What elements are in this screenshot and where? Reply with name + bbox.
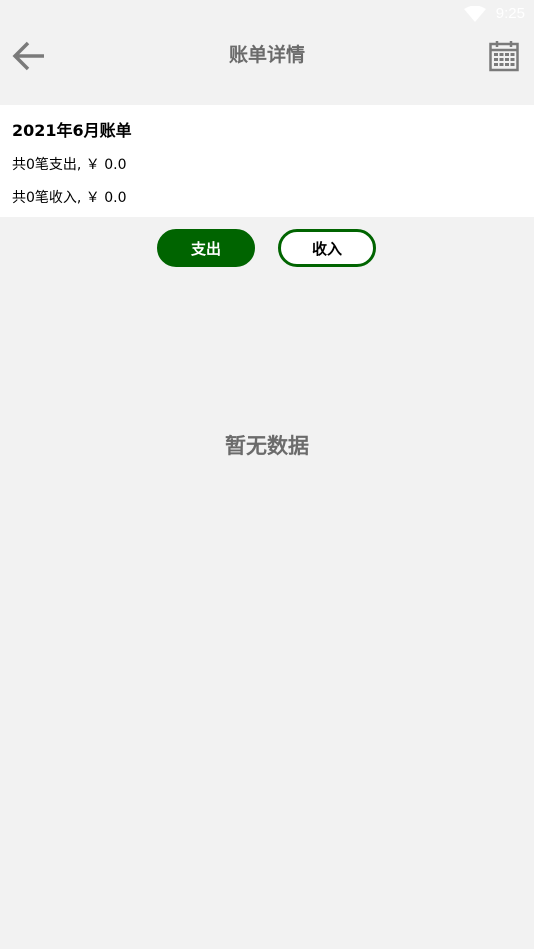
- status-bar: 9:25: [0, 0, 534, 28]
- wifi-icon: [464, 6, 486, 22]
- income-tab[interactable]: 收入: [278, 229, 376, 267]
- expense-summary: 共0笔支出, ￥ 0.0: [12, 157, 127, 173]
- empty-state-text: 暂无数据: [225, 434, 309, 458]
- type-toggle: 支出 收入: [0, 229, 534, 269]
- status-time: 9:25: [495, 5, 525, 22]
- month-title: 2021年6月账单: [12, 121, 132, 140]
- expense-tab[interactable]: 支出: [157, 229, 255, 267]
- page-title: 账单详情: [228, 44, 305, 66]
- header: 账单详情: [0, 28, 534, 84]
- income-summary: 共0笔收入, ￥ 0.0: [12, 190, 127, 206]
- calendar-button[interactable]: [484, 36, 524, 76]
- calendar-icon: [489, 41, 519, 72]
- bill-summary: 2021年6月账单 共0笔支出, ￥ 0.0 共0笔收入, ￥ 0.0: [0, 105, 534, 217]
